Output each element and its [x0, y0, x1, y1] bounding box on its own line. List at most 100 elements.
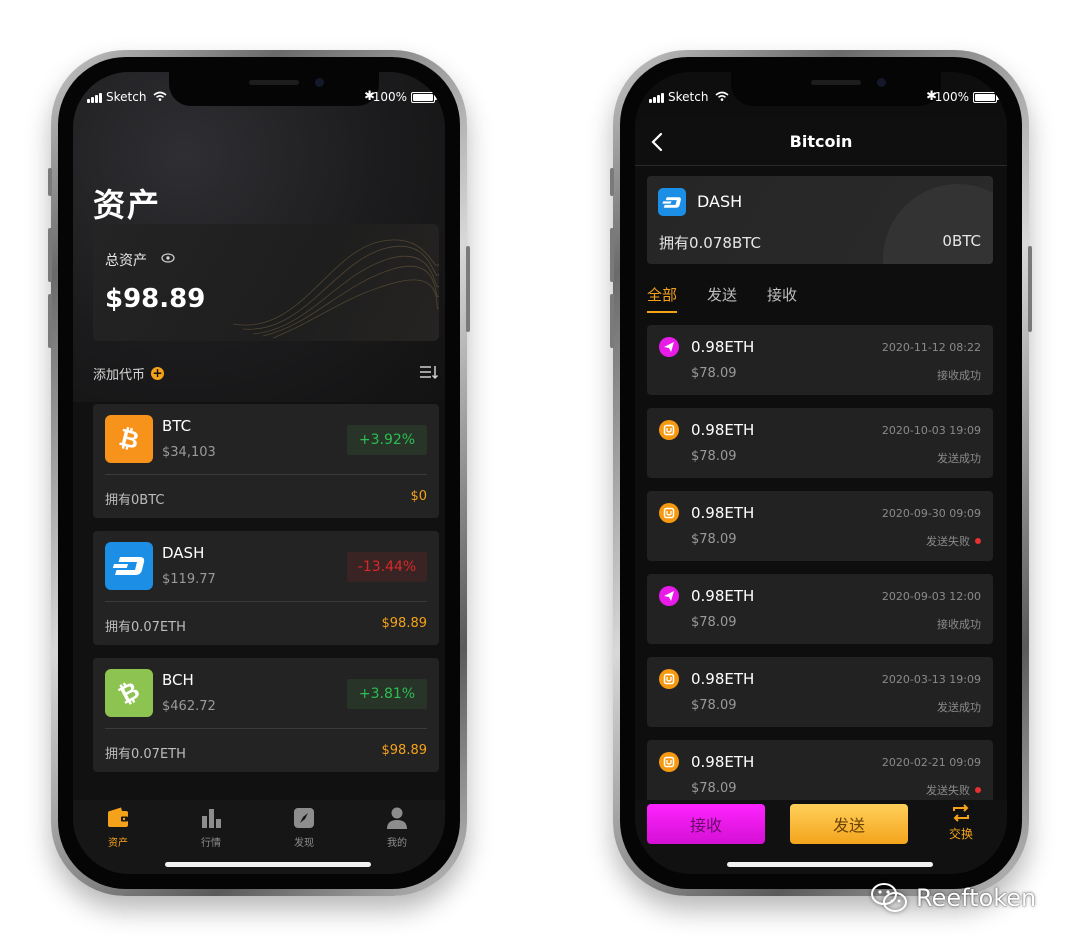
wallet-icon	[108, 807, 128, 827]
tx-fiat: $78.09	[691, 449, 737, 464]
carrier-name: Sketch	[106, 90, 147, 104]
svg-text:₿: ₿	[114, 678, 144, 708]
price-change-badge: -13.44%	[347, 552, 427, 582]
tx-fiat: $78.09	[691, 698, 737, 713]
tab-sent[interactable]: 发送	[707, 284, 737, 313]
receive-button[interactable]: 接收	[647, 804, 765, 844]
navigation-bar: Bitcoin	[635, 118, 1007, 166]
tx-time: 2020-09-30 09:09	[881, 507, 981, 520]
circle-decoration	[883, 184, 993, 264]
phone-frame-transactions: Sketch ✱ 100% Bitcoin DASH 拥有0.078BTC 0B…	[610, 50, 1032, 896]
swap-icon	[953, 804, 969, 822]
coin-summary-card: DASH 拥有0.078BTC 0BTC	[647, 176, 993, 264]
status-bar: Sketch ✱ 100%	[73, 72, 445, 118]
tx-fiat: $78.09	[691, 781, 737, 796]
tab-label: 我的	[387, 838, 407, 849]
signal-icon	[649, 93, 664, 103]
volume-down-button	[48, 294, 52, 348]
dash-logo-icon	[658, 188, 686, 216]
swap-button[interactable]: 交换	[937, 804, 985, 842]
home-indicator[interactable]	[727, 862, 933, 867]
volume-down-button	[610, 294, 614, 348]
tx-status: 接收成功	[937, 616, 981, 632]
send-icon	[659, 669, 679, 689]
total-assets-card[interactable]: 总资产 $98.89	[93, 224, 439, 341]
add-token-button[interactable]: 添加代币 +	[93, 364, 165, 383]
chart-icon	[202, 809, 221, 828]
compass-icon	[294, 808, 314, 828]
tab-market[interactable]: 行情	[181, 806, 241, 849]
coin-value: 0BTC	[942, 232, 981, 250]
wifi-icon	[715, 91, 729, 101]
tx-status-text: 发送成功	[937, 452, 981, 465]
tx-status: 发送成功	[937, 450, 981, 466]
tab-discover[interactable]: 发现	[274, 806, 334, 849]
plus-icon: +	[151, 366, 165, 380]
transaction-row[interactable]: 0.98ETH $78.09 2020-09-03 12:00 接收成功	[647, 574, 993, 644]
tx-status-text: 接收成功	[937, 369, 981, 382]
mute-switch	[610, 168, 614, 196]
transaction-row[interactable]: 0.98ETH $78.09 2020-03-13 19:09 发送成功	[647, 657, 993, 727]
coin-fiat-value: $0	[410, 489, 427, 504]
receive-icon	[659, 586, 679, 606]
tab-assets[interactable]: 资产	[88, 806, 148, 849]
svg-text:₿: ₿	[116, 424, 142, 454]
watermark-text: Reeftoken	[916, 884, 1037, 912]
sort-icon[interactable]	[419, 364, 439, 380]
tab-label: 资产	[108, 838, 128, 849]
total-assets-label: 总资产	[105, 253, 147, 269]
transaction-row[interactable]: 0.98ETH $78.09 2020-11-12 08:22 接收成功	[647, 325, 993, 395]
volume-up-button	[48, 228, 52, 282]
page-title: 资产	[93, 186, 162, 224]
coin-name: DASH	[697, 192, 743, 211]
tx-time: 2020-02-21 09:09	[881, 756, 981, 769]
assets-screen: Sketch ✱ 100% 资产 总资产 $98.89 添加代币 + ₿ BTC…	[73, 72, 445, 874]
volume-up-button	[610, 228, 614, 282]
user-icon	[387, 807, 407, 829]
home-indicator[interactable]	[165, 862, 371, 867]
send-button[interactable]: 发送	[790, 804, 908, 844]
coin-price: $462.72	[162, 699, 216, 714]
divider	[105, 728, 427, 729]
tx-time: 2020-03-13 19:09	[881, 673, 981, 686]
tx-status: 发送成功	[937, 699, 981, 715]
btc-logo-icon: ₿	[105, 415, 153, 463]
battery-icon	[411, 92, 437, 103]
tx-amount: 0.98ETH	[691, 753, 755, 771]
tx-amount: 0.98ETH	[691, 504, 755, 522]
send-icon	[659, 752, 679, 772]
battery-percent: 100%	[934, 90, 969, 104]
send-icon	[659, 420, 679, 440]
carrier-name: Sketch	[668, 90, 709, 104]
watermark: Reeftoken	[870, 882, 1036, 914]
tx-status-text: 发送失败	[926, 535, 970, 548]
coin-symbol: BTC	[162, 417, 192, 435]
battery-percent: 100%	[372, 90, 407, 104]
tx-status: 发送失败	[926, 782, 981, 798]
tx-amount: 0.98ETH	[691, 670, 755, 688]
price-change-badge: +3.92%	[347, 425, 427, 455]
tab-all[interactable]: 全部	[647, 284, 678, 313]
bezel: Sketch ✱ 100% Bitcoin DASH 拥有0.078BTC 0B…	[620, 57, 1022, 889]
wechat-icon	[871, 883, 907, 912]
eye-icon[interactable]	[161, 252, 175, 264]
coin-fiat-value: $98.89	[381, 616, 428, 631]
add-token-label: 添加代币	[93, 368, 146, 383]
tab-profile[interactable]: 我的	[367, 806, 427, 849]
power-button	[1028, 246, 1032, 332]
transaction-row[interactable]: 0.98ETH $78.09 2020-09-30 09:09 发送失败	[647, 491, 993, 561]
divider	[105, 601, 427, 602]
coin-card-btc[interactable]: ₿ BTC $34,103 +3.92% 拥有0BTC $0	[93, 404, 439, 518]
tx-amount: 0.98ETH	[691, 587, 755, 605]
mute-switch	[48, 168, 52, 196]
tab-label: 行情	[201, 838, 221, 849]
receive-icon	[659, 337, 679, 357]
coin-holding: 拥有0.07ETH	[105, 620, 186, 635]
coin-card-bch[interactable]: ₿ BCH $462.72 +3.81% 拥有0.07ETH $98.89	[93, 658, 439, 772]
tx-time: 2020-11-12 08:22	[881, 341, 981, 354]
filter-tabs: 全部 发送 接收	[647, 284, 827, 313]
coin-card-dash[interactable]: DASH $119.77 -13.44% 拥有0.07ETH $98.89	[93, 531, 439, 645]
tab-received[interactable]: 接收	[767, 284, 797, 313]
transaction-row[interactable]: 0.98ETH $78.09 2020-10-03 19:09 发送成功	[647, 408, 993, 478]
failed-dot-icon	[975, 787, 981, 793]
